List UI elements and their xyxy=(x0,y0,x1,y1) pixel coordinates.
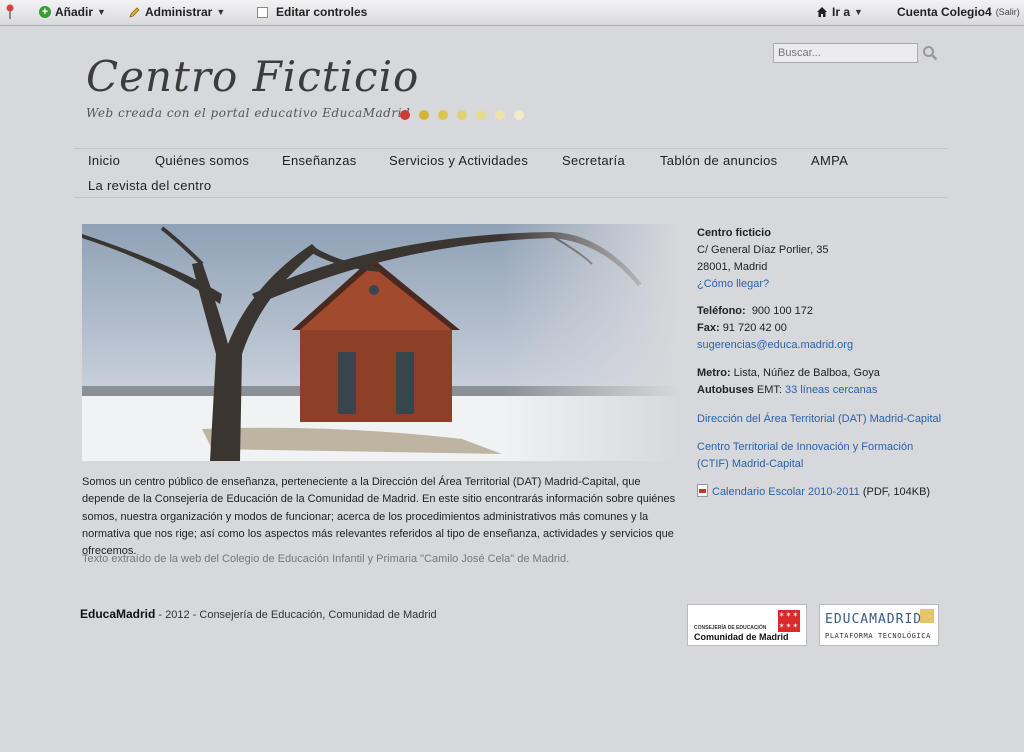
footer-copyright: - 2012 - Consejería de Educación, Comuni… xyxy=(155,609,437,621)
contact-block: Centro ficticio C/ General Díaz Porlier,… xyxy=(697,225,947,293)
logo-dot xyxy=(495,110,505,120)
pencil-icon xyxy=(129,6,140,18)
logo-dot xyxy=(457,110,467,120)
checkbox-icon[interactable] xyxy=(257,6,268,18)
account-label: Cuenta Colegio4 xyxy=(897,5,992,19)
pdf-icon xyxy=(697,484,708,497)
nav-item-inicio[interactable]: Inicio xyxy=(88,153,120,168)
nav-item-servicios[interactable]: Servicios y Actividades xyxy=(389,153,528,168)
phone-label: Teléfono: xyxy=(697,305,746,317)
add-menu[interactable]: + Añadir ▼ xyxy=(39,5,106,19)
edit-controls-toggle[interactable]: Editar controles xyxy=(257,5,367,19)
logo-dot xyxy=(419,110,429,120)
logout-link[interactable]: (Salir) xyxy=(996,7,1020,17)
nav-item-secretaria[interactable]: Secretaría xyxy=(562,153,625,168)
add-menu-label: Añadir xyxy=(55,5,94,19)
metro-label: Metro: xyxy=(697,367,731,379)
logo-dot xyxy=(400,110,410,120)
educamadrid-logo[interactable]: EDUCAMADRID PLATAFORMA TECNOLÓGICA xyxy=(819,604,939,646)
nav-item-ampa[interactable]: AMPA xyxy=(811,153,848,168)
badge2-line1: EDUCAMADRID xyxy=(825,612,923,627)
search-input[interactable] xyxy=(773,43,918,63)
nav-item-ensenanzas[interactable]: Enseñanzas xyxy=(282,153,357,168)
pin-icon[interactable] xyxy=(5,4,15,20)
calendar-meta: (PDF, 104KB) xyxy=(862,486,931,498)
nav-divider xyxy=(74,197,948,198)
chevron-down-icon: ▼ xyxy=(97,7,106,17)
transport-block: Metro: Lista, Núñez de Balboa, Goya Auto… xyxy=(697,365,947,399)
phone-block: Teléfono: 900 100 172 Fax: 91 720 42 00 … xyxy=(697,303,947,354)
bus-emt: EMT: xyxy=(756,384,782,396)
edit-controls-label: Editar controles xyxy=(276,5,368,19)
school-name: Centro ficticio xyxy=(697,227,771,239)
admin-toolbar: + Añadir ▼ Administrar ▼ Editar controle… xyxy=(0,0,1024,26)
admin-menu-label: Administrar xyxy=(145,5,213,19)
nav-divider xyxy=(74,148,948,149)
chevron-down-icon: ▼ xyxy=(854,7,863,17)
fax-value: 91 720 42 00 xyxy=(722,322,787,334)
nav-item-tablon[interactable]: Tablón de anuncios xyxy=(660,153,777,168)
ctif-link[interactable]: Centro Territorial de Innovación y Forma… xyxy=(697,439,942,473)
comunidad-madrid-logo[interactable]: ✶✶✶ ✶✶✶ CONSEJERÍA DE EDUCACIÓN Comunidad… xyxy=(687,604,807,646)
fax-label: Fax: xyxy=(697,322,720,334)
badge1-line2: Comunidad de Madrid xyxy=(694,632,789,642)
nav-item-quienes-somos[interactable]: Quiénes somos xyxy=(155,153,249,168)
metro-value: Lista, Núñez de Balboa, Goya xyxy=(733,367,880,379)
logo-dot xyxy=(476,110,486,120)
calendar-block: Calendario Escolar 2010-2011 (PDF, 104KB… xyxy=(697,484,947,501)
goto-menu[interactable]: Ir a ▼ xyxy=(816,5,863,19)
nav-item-revista[interactable]: La revista del centro xyxy=(88,178,211,193)
address-line: C/ General Díaz Porlier, 35 xyxy=(697,244,829,256)
directions-link[interactable]: ¿Cómo llegar? xyxy=(697,276,947,293)
source-note: Texto extraído de la web del Colegio de … xyxy=(82,553,570,565)
goto-menu-label: Ir a xyxy=(832,5,851,19)
footer-brand[interactable]: EducaMadrid xyxy=(80,607,155,621)
home-icon xyxy=(817,7,827,17)
admin-menu[interactable]: Administrar ▼ xyxy=(128,5,225,19)
account-menu[interactable]: Cuenta Colegio4 (Salir) xyxy=(897,5,1020,19)
hero-image xyxy=(82,224,680,461)
dat-link[interactable]: Dirección del Área Territorial (DAT) Mad… xyxy=(697,411,947,428)
logo-square-icon xyxy=(920,609,934,623)
bus-link[interactable]: 33 líneas cercanas xyxy=(785,384,877,396)
email-link[interactable]: sugerencias@educa.madrid.org xyxy=(697,337,947,354)
calendar-link[interactable]: Calendario Escolar 2010-2011 xyxy=(712,486,860,498)
badge2-line2: PLATAFORMA TECNOLÓGICA xyxy=(825,632,931,640)
bus-label: Autobuses xyxy=(697,384,754,396)
site-subtitle: Web creada con el portal educativo Educa… xyxy=(86,106,411,120)
badge1-line1: CONSEJERÍA DE EDUCACIÓN xyxy=(694,625,767,631)
search-icon[interactable] xyxy=(922,45,938,61)
intro-text: Somos un centro público de enseñanza, pe… xyxy=(82,476,676,558)
add-icon: + xyxy=(39,6,51,18)
address-line: 28001, Madrid xyxy=(697,261,768,273)
madrid-flag-icon: ✶✶✶ ✶✶✶ xyxy=(778,610,800,632)
site-title[interactable]: Centro Ficticio xyxy=(86,52,419,101)
phone-value: 900 100 172 xyxy=(751,305,813,317)
logo-dot xyxy=(514,110,524,120)
logo-dots xyxy=(400,110,524,120)
chevron-down-icon: ▼ xyxy=(216,7,226,17)
footer-text: EducaMadrid - 2012 - Consejería de Educa… xyxy=(80,607,437,621)
logo-dot xyxy=(438,110,448,120)
